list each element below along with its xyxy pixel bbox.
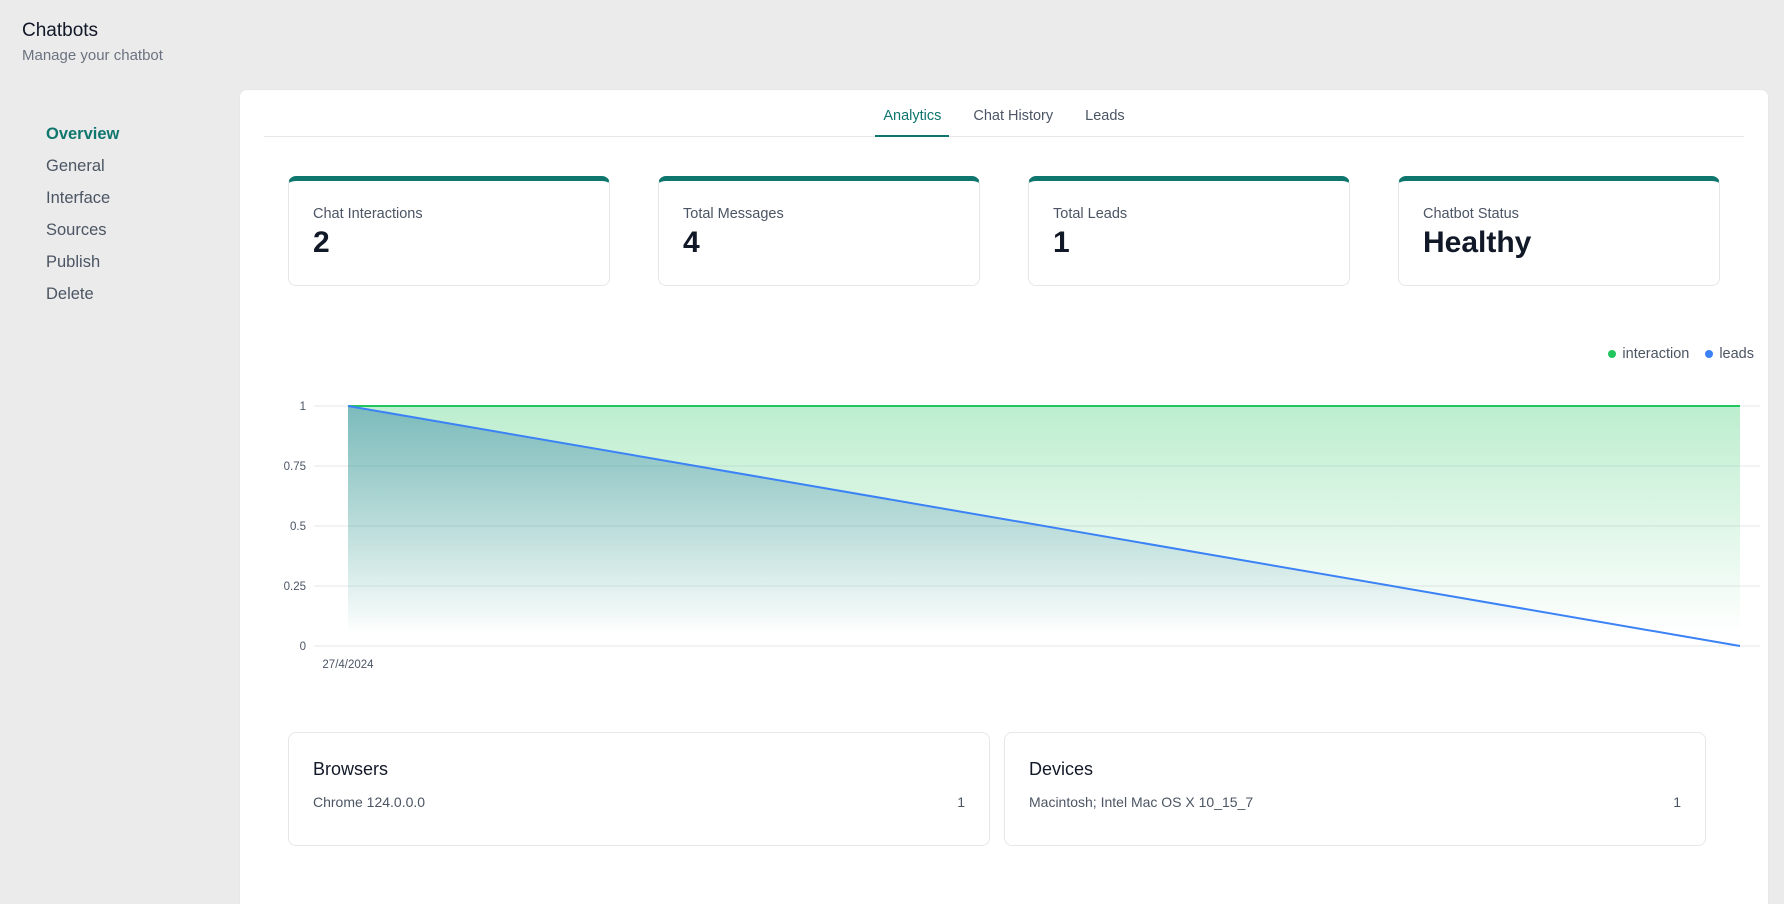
y-tick-label: 1 bbox=[300, 401, 306, 413]
sidebar-item-interface[interactable]: Interface bbox=[46, 186, 226, 218]
sidebar-item-publish[interactable]: Publish bbox=[46, 250, 226, 282]
stat-label: Total Leads bbox=[1053, 206, 1128, 222]
sidebar-item-overview[interactable]: Overview bbox=[46, 122, 226, 154]
legend-entry-interaction[interactable]: interaction bbox=[1608, 346, 1689, 362]
devices-card: Devices Macintosh; Intel Mac OS X 10_15_… bbox=[1004, 732, 1706, 846]
list-item: Chrome 124.0.0.0 1 bbox=[313, 794, 965, 810]
tab-chat-history[interactable]: Chat History bbox=[965, 108, 1061, 136]
device-count: 1 bbox=[1673, 794, 1681, 810]
chart-canvas: 0 0.25 0.5 0.75 1 27/4/2024 bbox=[284, 401, 1760, 671]
browsers-title: Browsers bbox=[313, 759, 389, 779]
device-name: Macintosh; Intel Mac OS X 10_15_7 bbox=[1029, 794, 1254, 810]
stat-card-total-messages: Total Messages 4 bbox=[658, 176, 980, 286]
tab-leads[interactable]: Leads bbox=[1077, 108, 1133, 136]
legend-entry-leads[interactable]: leads bbox=[1705, 346, 1754, 362]
browser-count: 1 bbox=[957, 794, 965, 810]
sidebar-item-general[interactable]: General bbox=[46, 154, 226, 186]
page-subtitle: Manage your chatbot bbox=[22, 47, 163, 64]
tab-bar: Analytics Chat History Leads bbox=[264, 90, 1744, 137]
devices-title: Devices bbox=[1029, 759, 1094, 779]
sidebar-item-sources[interactable]: Sources bbox=[46, 218, 226, 250]
y-tick-label: 0 bbox=[300, 641, 306, 653]
legend-dot bbox=[1608, 350, 1617, 358]
stat-value: 2 bbox=[313, 226, 330, 259]
stat-label: Chatbot Status bbox=[1423, 206, 1519, 222]
tab-analytics[interactable]: Analytics bbox=[875, 108, 950, 137]
legend-dot bbox=[1705, 350, 1714, 358]
legend-label: interaction bbox=[1622, 346, 1690, 362]
main-panel: Analytics Chat History Leads Chat Intera… bbox=[239, 89, 1769, 904]
list-item: Macintosh; Intel Mac OS X 10_15_7 1 bbox=[1029, 794, 1681, 810]
sidebar-item-delete[interactable]: Delete bbox=[46, 282, 226, 314]
page-header: Chatbots Manage your chatbot bbox=[22, 20, 163, 64]
y-tick-label: 0.5 bbox=[290, 521, 306, 533]
browser-name: Chrome 124.0.0.0 bbox=[313, 794, 426, 810]
stat-value: Healthy bbox=[1423, 226, 1532, 259]
stat-value: 4 bbox=[683, 226, 700, 259]
stat-card-chat-interactions: Chat Interactions 2 bbox=[288, 176, 610, 286]
legend-label: leads bbox=[1719, 346, 1754, 362]
y-tick-label: 0.25 bbox=[284, 581, 306, 593]
stat-value: 1 bbox=[1053, 226, 1070, 259]
stat-label: Chat Interactions bbox=[313, 206, 423, 222]
browsers-card: Browsers Chrome 124.0.0.0 1 bbox=[288, 732, 990, 846]
analytics-chart: 0 0.25 0.5 0.75 1 27/4/2024 interaction leads bbox=[264, 338, 1764, 678]
y-tick-label: 0.75 bbox=[284, 461, 306, 473]
page-title: Chatbots bbox=[22, 20, 99, 41]
chart-legend: interaction leads bbox=[1608, 346, 1754, 362]
stat-label: Total Messages bbox=[683, 206, 784, 222]
x-tick-label: 27/4/2024 bbox=[322, 659, 374, 671]
stat-card-total-leads: Total Leads 1 bbox=[1028, 176, 1350, 286]
stat-card-chatbot-status: Chatbot Status Healthy bbox=[1398, 176, 1720, 286]
sidebar: Overview General Interface Sources Publi… bbox=[46, 122, 226, 314]
